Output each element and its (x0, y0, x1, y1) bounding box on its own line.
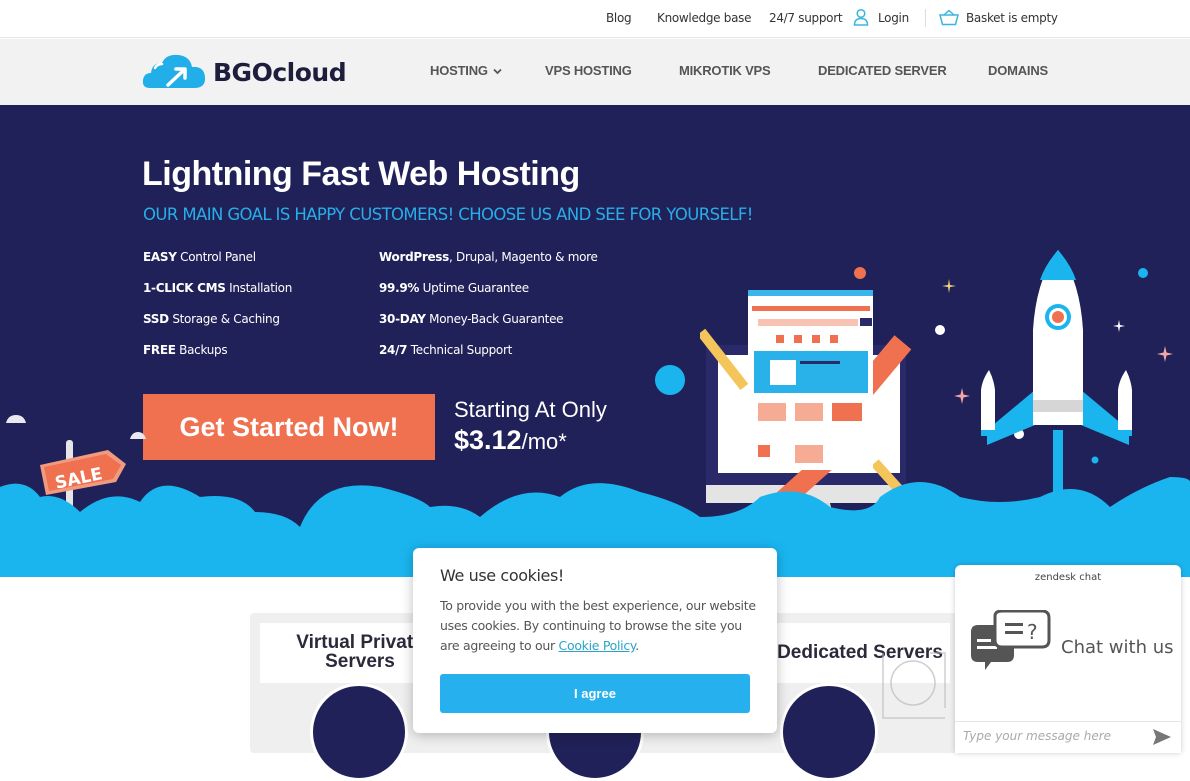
user-icon (852, 8, 870, 31)
feature-item: 24/7 Technical Support (379, 343, 513, 357)
hero-subtitle: OUR MAIN GOAL IS HAPPY CUSTOMERS! CHOOSE… (143, 205, 753, 224)
logo[interactable]: BGOcloud (142, 52, 347, 92)
nav-vps-hosting[interactable]: VPS HOSTING (545, 63, 632, 78)
feature-item: WordPress, Drupal, Magento & more (379, 250, 598, 264)
price-label: Starting At Only (454, 397, 607, 422)
cloud-logo-icon (142, 54, 206, 88)
hero-title: Lightning Fast Web Hosting (142, 155, 580, 193)
get-started-button[interactable]: Get Started Now! (143, 394, 435, 460)
divider (925, 9, 926, 27)
cookie-text: To provide you with the best experience,… (440, 598, 756, 653)
star-icon (1157, 346, 1173, 362)
feature-item: SSD Storage & Caching (143, 312, 280, 326)
chat-header: zendesk chat (1034, 572, 1102, 583)
feature-item: 1-CLICK CMS Installation (143, 281, 293, 295)
basket-link[interactable]: Basket is empty (966, 11, 1058, 25)
star-icon (954, 388, 970, 404)
feature-item: EASY Control Panel (143, 250, 256, 264)
knowledge-base-link[interactable]: Knowledge base (657, 11, 751, 25)
main-navbar: BGOcloud HOSTING VPS HOSTING MIKROTIK VP… (0, 39, 1190, 105)
chat-input-area (955, 721, 1181, 753)
nav-dedicated-server[interactable]: DEDICATED SERVER (818, 63, 947, 78)
feature-item: FREE Backups (143, 343, 228, 357)
decorative-dot (655, 365, 685, 395)
chat-with-us-label[interactable]: Chat with us (1061, 637, 1173, 658)
chevron-down-icon (493, 68, 502, 75)
revain-logo-icon (882, 652, 946, 719)
vps-shield-server-icon (310, 683, 408, 781)
chat-bubbles-icon[interactable]: ? (967, 610, 1053, 674)
login-link[interactable]: Login (878, 11, 909, 25)
top-utility-bar: Blog Knowledge base 24/7 support Login B… (0, 0, 1190, 38)
small-cloud-icon (6, 415, 26, 423)
svg-text:?: ? (1027, 620, 1038, 644)
cookie-policy-link[interactable]: Cookie Policy (559, 638, 636, 653)
price: $3.12/mo* (454, 425, 567, 456)
logo-text: BGOcloud (213, 58, 347, 87)
nav-domains[interactable]: DOMAINS (988, 63, 1048, 78)
agree-button[interactable]: I agree (440, 674, 750, 713)
support-link[interactable]: 24/7 support (769, 11, 843, 25)
decorative-dot (935, 325, 945, 335)
cookie-consent-dialog: We use cookies! To provide you with the … (413, 548, 777, 733)
globe-server-icon (780, 683, 878, 781)
price-unit: /mo* (521, 429, 567, 454)
small-cloud-icon (130, 432, 146, 439)
chat-message-input[interactable] (963, 729, 1143, 743)
feature-item: 30-DAY Money-Back Guarantee (379, 312, 564, 326)
blog-link[interactable]: Blog (606, 11, 632, 25)
basket-icon (939, 9, 959, 31)
hero-banner: Lightning Fast Web Hosting OUR MAIN GOAL… (0, 105, 1190, 577)
feature-item: 99.9% Uptime Guarantee (379, 281, 529, 295)
nav-hosting[interactable]: HOSTING (430, 63, 502, 78)
cookie-title: We use cookies! (440, 566, 564, 585)
star-icon (942, 279, 956, 293)
send-icon[interactable] (1153, 729, 1171, 745)
nav-mikrotik-vps[interactable]: MIKROTIK VPS (679, 63, 771, 78)
zendesk-chat-widget: zendesk chat ? Chat with us (955, 565, 1181, 753)
price-value: $3.12 (454, 425, 522, 455)
nav-hosting-label: HOSTING (430, 63, 488, 78)
